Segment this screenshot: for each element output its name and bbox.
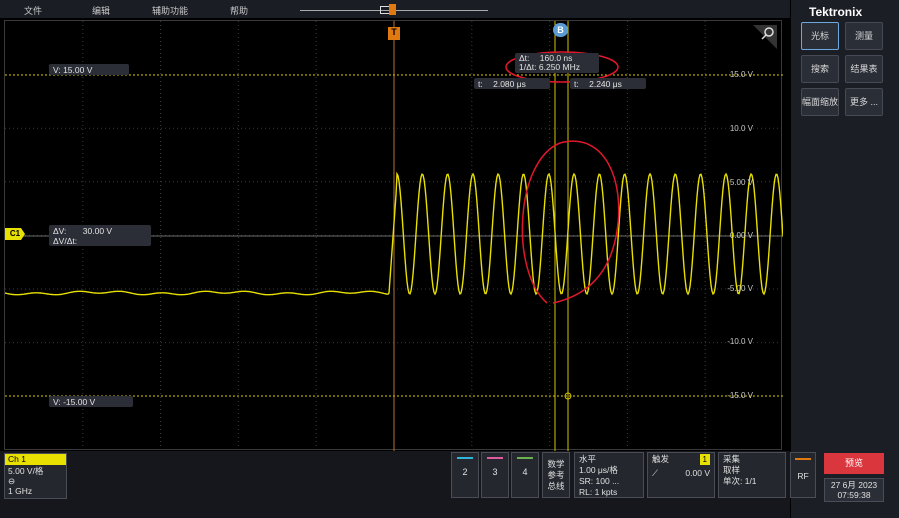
ch2-button[interactable]: 2 (451, 452, 479, 498)
delta-t-readout: Δt: 160.0 ns 1/Δt: 6.250 MHz (515, 53, 599, 73)
menu-help[interactable]: 帮助 (230, 4, 248, 17)
t1-readout: t: 2.080 μs (474, 78, 550, 89)
acquire-mode: 取样 (723, 465, 741, 475)
v1-readout: V: 15.00 V (49, 64, 129, 75)
dv-label: ΔV: (53, 226, 67, 236)
inv-dt-value: 6.250 MHz (538, 62, 580, 72)
t1-label: t: (478, 79, 483, 89)
y-label-neg15: -15.0 V (727, 391, 753, 400)
trigger-marker[interactable]: T (388, 27, 400, 40)
ch2-label: 2 (462, 467, 468, 477)
rf-label: RF (797, 471, 809, 481)
y-label-15: 15.0 V (729, 70, 753, 79)
results-table-button[interactable]: 结果表 (845, 55, 883, 83)
menu-file[interactable]: 文件 (24, 4, 42, 17)
ch4-label: 4 (522, 467, 528, 477)
t2-label: t: (574, 79, 579, 89)
run-stop-button[interactable]: 预览 (824, 453, 884, 474)
y-label-neg10: -10.0 V (727, 337, 753, 346)
y-label-5: 5.00 V (729, 178, 753, 187)
horizontal-sr: SR: 100 ... (579, 476, 620, 486)
ch1-badge[interactable]: Ch 1 5.00 V/格 ⊖ 1 GHz (4, 453, 67, 499)
cursors-button[interactable]: 光标 (801, 22, 839, 50)
acquire-count: 单次: 1/1 (723, 476, 757, 486)
inv-dt-label: 1/Δt: (519, 62, 537, 72)
delta-v-readout: ΔV: 30.00 V ΔV/Δt: (49, 225, 151, 246)
search-button[interactable]: 搜索 (801, 55, 839, 83)
trigger-badge[interactable]: 触发 1 ⟋ 0.00 V (647, 452, 715, 498)
zoom-button[interactable]: 幅面缩放 (801, 88, 839, 116)
y-label-10: 10.0 V (729, 124, 753, 133)
waveform-display[interactable]: T B V: 15.00 V V: -15.00 V ΔV: 30.00 V Δ… (4, 20, 798, 451)
horizontal-title: 水平 (579, 454, 597, 464)
dvdt-label: ΔV/Δt: (53, 236, 78, 246)
horizontal-badge[interactable]: 水平 1.00 μs/格 SR: 100 ... RL: 1 kpts (574, 452, 644, 498)
rising-edge-icon: ⟋ (652, 468, 658, 478)
ch3-label: 3 (492, 467, 498, 477)
menu-bar: 文件 编辑 辅助功能 帮助 (0, 0, 790, 18)
trigger-position-marker (389, 4, 396, 15)
ch1-bandwidth: 1 GHz (8, 486, 33, 496)
search-icon[interactable] (761, 26, 775, 40)
t2-readout: t: 2.240 μs (570, 78, 646, 89)
y-label-0: 0.00 V (729, 231, 753, 240)
horizontal-rl: RL: 1 kpts (579, 487, 618, 497)
right-panel: Tektronix 光标 测量 搜索 结果表 幅面缩放 更多 ... 预览 27… (791, 0, 899, 518)
v2-readout: V: -15.00 V (49, 396, 133, 407)
tektronix-logo: Tektronix (809, 5, 863, 19)
ch1-title: Ch 1 (5, 454, 66, 465)
trigger-level: 0.00 V (685, 468, 710, 478)
dv-value: 30.00 V (82, 226, 113, 236)
more-button[interactable]: 更多 ... (845, 88, 883, 116)
acquire-badge[interactable]: 采集 取样 单次: 1/1 (718, 452, 786, 498)
t2-value: 2.240 μs (589, 79, 622, 89)
ch1-scale: 5.00 V/格 (8, 466, 44, 476)
math-ref-bus-button[interactable]: 数学 参考 总线 (542, 452, 570, 498)
time-text: 07:59:38 (837, 490, 871, 500)
ch1-offset-marker[interactable]: C1 (5, 228, 25, 240)
menu-edit[interactable]: 编辑 (92, 4, 110, 17)
measure-button[interactable]: 测量 (845, 22, 883, 50)
cursor-b-marker[interactable]: B (553, 23, 568, 37)
t1-value: 2.080 μs (493, 79, 526, 89)
ch3-button[interactable]: 3 (481, 452, 509, 498)
rf-button[interactable]: RF (790, 452, 816, 498)
ch1-coupling-icon: ⊖ (8, 476, 16, 486)
y-label-neg5: -5.00 V (727, 284, 753, 293)
menu-accessibility[interactable]: 辅助功能 (152, 4, 188, 17)
trigger-title: 触发 (652, 454, 670, 464)
ch4-button[interactable]: 4 (511, 452, 539, 498)
date-text: 27 6月 2023 (830, 480, 878, 490)
datetime-display[interactable]: 27 6月 2023 07:59:38 (824, 478, 884, 502)
horizontal-scale: 1.00 μs/格 (579, 465, 618, 475)
rf-indicator (795, 458, 811, 460)
acquire-title: 采集 (723, 454, 741, 464)
trigger-source-badge: 1 (699, 454, 710, 465)
